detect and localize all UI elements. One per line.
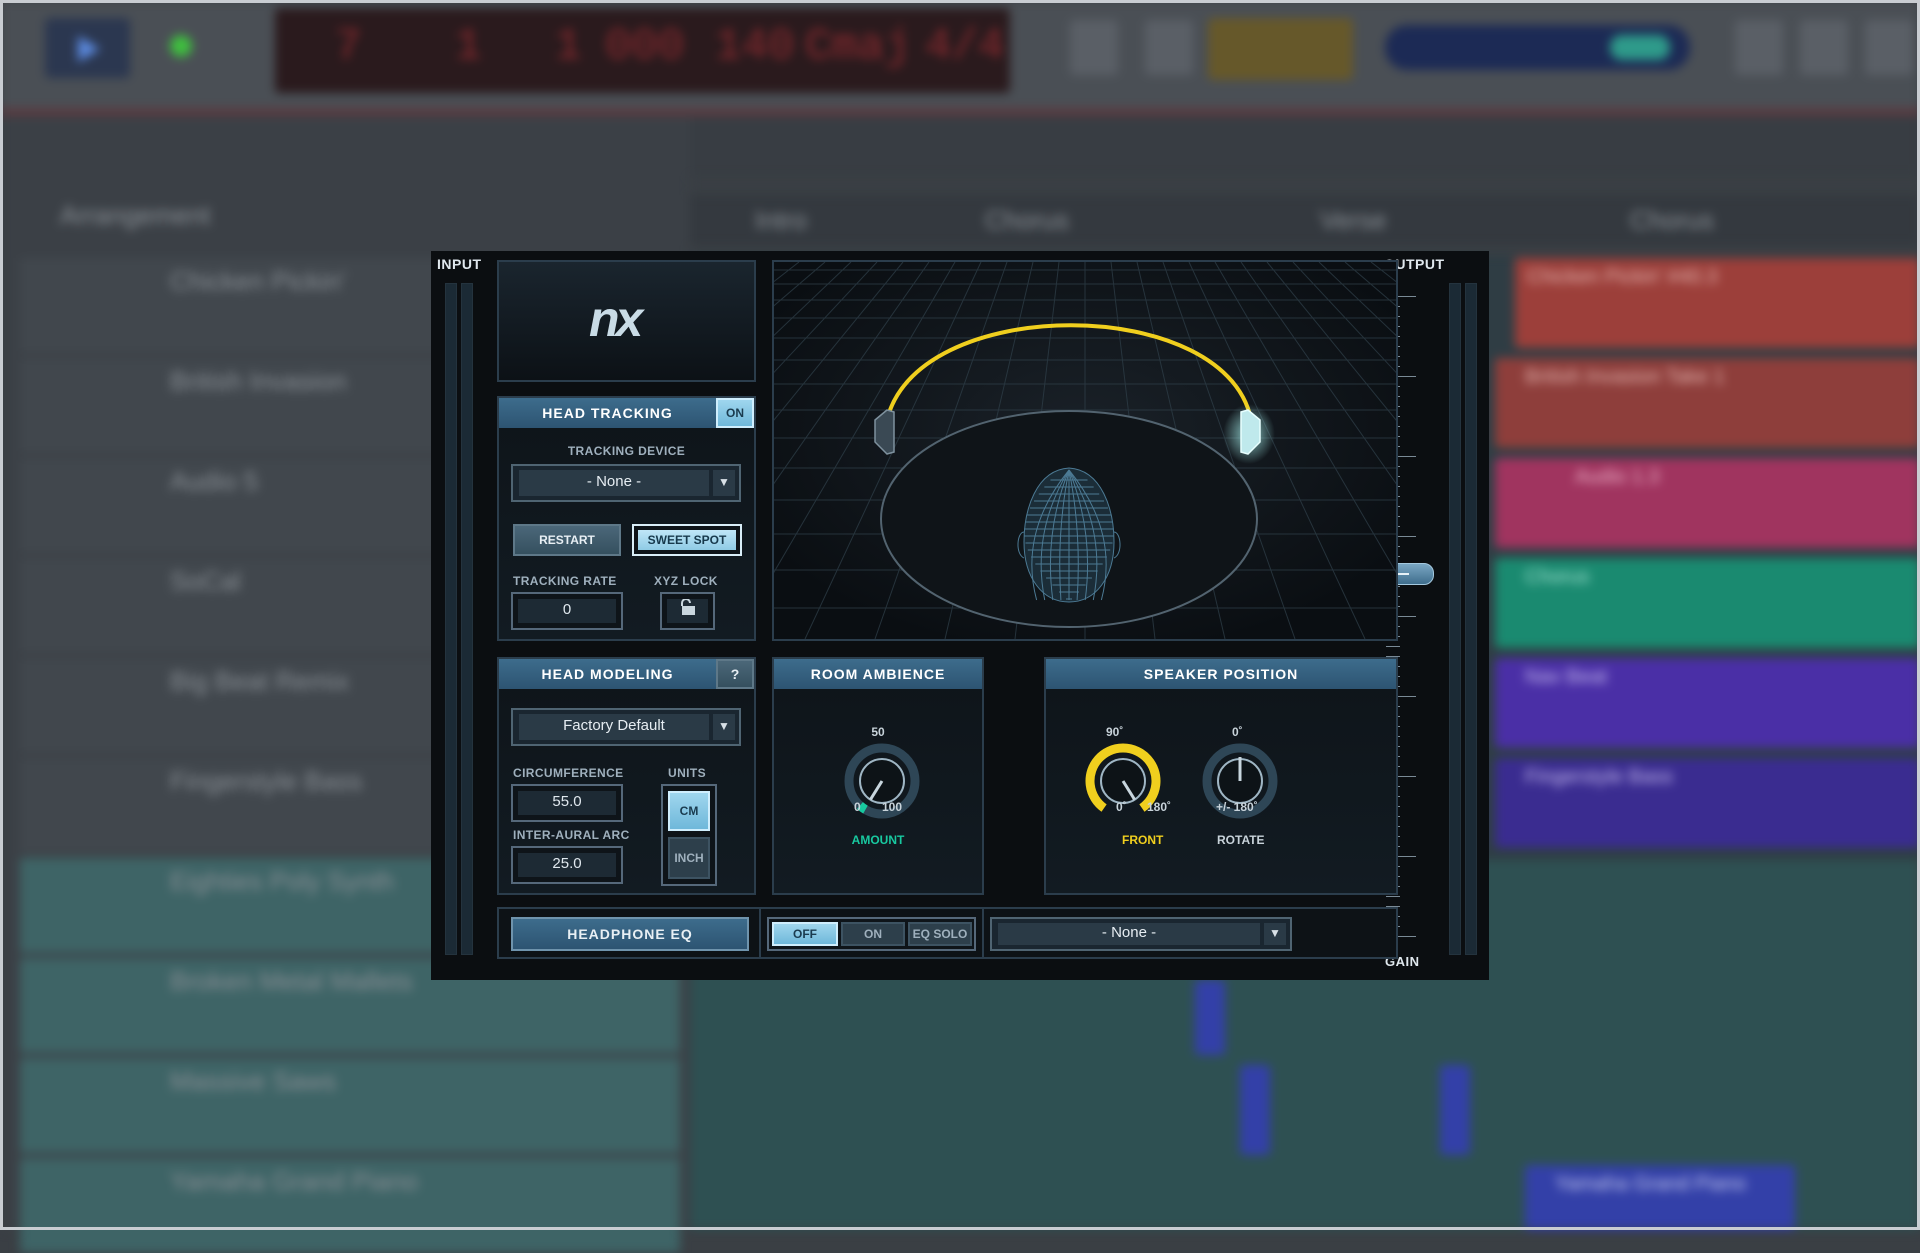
xyz-lock-inner xyxy=(667,598,708,623)
ambience-max-label: 100 xyxy=(882,800,903,814)
headphone-eq-strip: HEADPHONE EQ OFF ON EQ SOLO - None - ▼ xyxy=(497,907,1398,959)
chevron-down-icon: ▼ xyxy=(1264,923,1286,945)
units-toggle: CM INCH xyxy=(661,784,717,886)
front-max-label: 180˚ xyxy=(1147,800,1172,814)
input-meter-left xyxy=(445,283,457,955)
rotate-label: ROTATE xyxy=(1217,833,1265,847)
head-visualization-panel xyxy=(772,260,1398,641)
chevron-down-icon: ▼ xyxy=(713,470,735,496)
tracking-device-label: TRACKING DEVICE xyxy=(567,444,686,458)
eq-divider xyxy=(982,909,984,957)
head-modeling-help-button[interactable]: ? xyxy=(716,659,754,689)
tracking-rate-field[interactable]: 0 xyxy=(511,592,623,630)
rotate-top-label: 0˚ xyxy=(1232,725,1243,739)
nx-plugin-window: INPUT OUTPUT 0 GAIN nx HEAD TRACKING ON … xyxy=(431,251,1489,980)
eq-solo-button[interactable]: EQ SOLO xyxy=(908,922,972,946)
sweet-spot-label: SWEET SPOT xyxy=(638,530,736,550)
restart-button[interactable]: RESTART xyxy=(513,524,621,556)
logo-panel: nx xyxy=(497,260,756,382)
headphone-eq-preset-value: - None - xyxy=(998,923,1260,945)
room-ambience-header: ROOM AMBIENCE xyxy=(774,659,982,689)
front-top-label: 90˚ xyxy=(1106,725,1124,739)
gain-scale-tick xyxy=(1386,896,1400,897)
head-tracking-header: HEAD TRACKING xyxy=(499,398,716,428)
ambience-top-label: 50 xyxy=(871,725,885,739)
eq-divider xyxy=(759,909,761,957)
unlock-icon xyxy=(680,598,695,615)
tracking-rate-value: 0 xyxy=(518,599,616,623)
output-meter-left xyxy=(1449,283,1461,955)
inter-aural-arc-field[interactable]: 25.0 xyxy=(511,846,623,884)
head-modeling-header: HEAD MODELING xyxy=(499,659,716,689)
head-tracking-panel: HEAD TRACKING ON TRACKING DEVICE - None … xyxy=(497,396,756,641)
inter-aural-arc-label: INTER-AURAL ARC xyxy=(513,828,630,842)
inter-aural-arc-value: 25.0 xyxy=(518,853,616,877)
unit-cm-button[interactable]: CM xyxy=(668,791,710,831)
chevron-down-icon: ▼ xyxy=(713,714,735,740)
headphone-eq-button[interactable]: HEADPHONE EQ xyxy=(511,917,749,951)
front-min-label: 0˚ xyxy=(1116,800,1127,814)
speaker-position-header: SPEAKER POSITION xyxy=(1046,659,1396,689)
eq-mode-toggle: OFF ON EQ SOLO xyxy=(767,917,976,951)
head-model-preset-value: Factory Default xyxy=(519,714,709,740)
head-modeling-panel: HEAD MODELING ? Factory Default ▼ CIRCUM… xyxy=(497,657,756,895)
head-visualization[interactable] xyxy=(774,262,1396,639)
units-label: UNITS xyxy=(668,766,706,780)
ambience-amount-label: AMOUNT xyxy=(851,833,905,847)
sweet-spot-button[interactable]: SWEET SPOT xyxy=(632,524,742,556)
circumference-value: 55.0 xyxy=(518,791,616,815)
tracking-rate-label: TRACKING RATE xyxy=(513,574,617,588)
xyz-lock-label: XYZ LOCK xyxy=(654,574,718,588)
output-meter-right xyxy=(1465,283,1477,955)
eq-off-button[interactable]: OFF xyxy=(772,922,838,946)
front-label: FRONT xyxy=(1122,833,1164,847)
circumference-label: CIRCUMFERENCE xyxy=(513,766,624,780)
nx-logo: nx xyxy=(589,291,643,347)
head-model-preset-select[interactable]: Factory Default ▼ xyxy=(511,708,741,746)
xyz-lock-button[interactable] xyxy=(660,592,715,630)
room-ambience-panel: ROOM AMBIENCE 50 0 100 AMOUNT xyxy=(772,657,984,895)
circumference-field[interactable]: 55.0 xyxy=(511,784,623,822)
head-tracking-on-button[interactable]: ON xyxy=(716,398,754,428)
unit-inch-button[interactable]: INCH xyxy=(668,837,710,879)
eq-on-button[interactable]: ON xyxy=(841,922,905,946)
speaker-position-panel: SPEAKER POSITION 90˚ 0˚ 180˚ FRONT 0˚ +/… xyxy=(1044,657,1398,895)
rotate-range-label: +/- 180˚ xyxy=(1216,800,1258,814)
ambience-min-label: 0 xyxy=(854,800,861,814)
gain-scale-tick xyxy=(1386,646,1400,647)
headphone-eq-preset-select[interactable]: - None - ▼ xyxy=(990,917,1292,951)
tracking-device-value: - None - xyxy=(519,470,709,496)
input-meter-right xyxy=(461,283,473,955)
tracking-device-select[interactable]: - None - ▼ xyxy=(511,464,741,502)
input-label: INPUT xyxy=(437,256,482,272)
